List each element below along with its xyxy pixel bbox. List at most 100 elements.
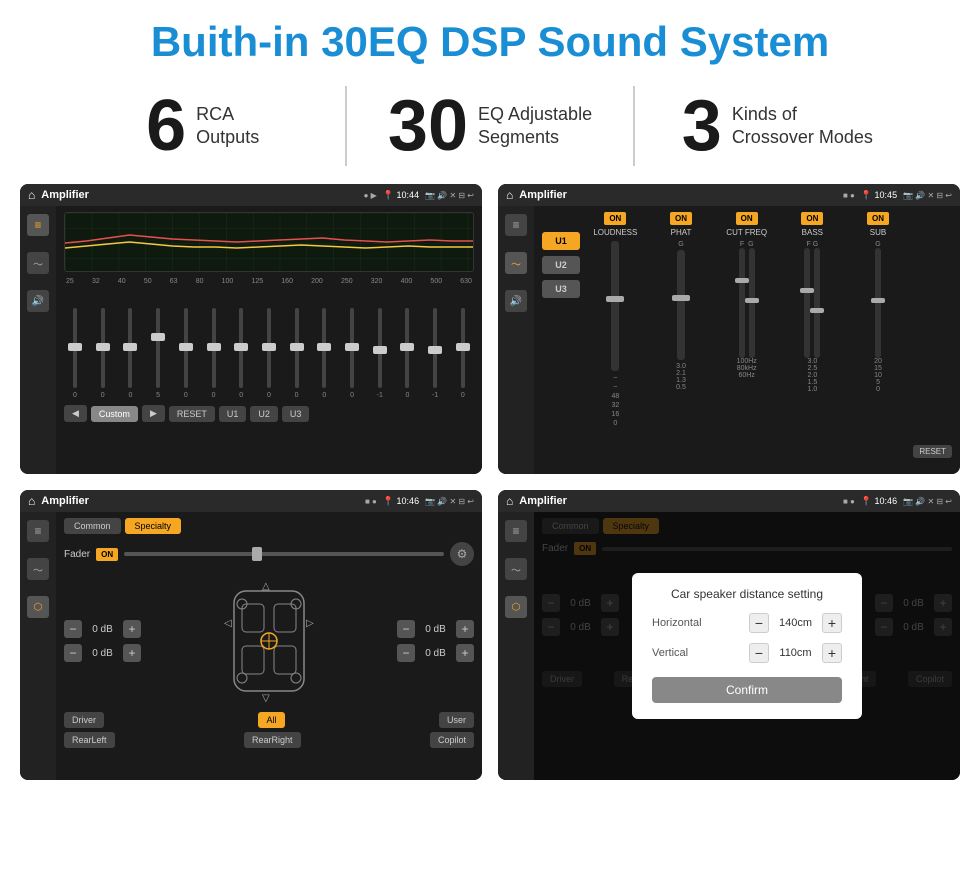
status-bar-1: ⌂ Amplifier ● ▶ 📍 10:44 📷 🔊 ✕ ⊟ ↩ bbox=[20, 184, 482, 206]
status-title-4: Amplifier bbox=[519, 495, 837, 507]
status-icons-4: 📷 🔊 ✕ ⊟ ↩ bbox=[903, 497, 952, 506]
screen-eq: ⌂ Amplifier ● ▶ 📍 10:44 📷 🔊 ✕ ⊟ ↩ ≡ 〜 🔊 bbox=[20, 184, 482, 474]
vol-minus-3[interactable]: − bbox=[397, 620, 415, 638]
eq-icon[interactable]: ≡ bbox=[27, 214, 49, 236]
status-icons-1: 📷 🔊 ✕ ⊟ ↩ bbox=[425, 191, 474, 200]
stat-number-eq: 30 bbox=[388, 90, 468, 162]
home-icon-4[interactable]: ⌂ bbox=[506, 494, 513, 508]
eq-bottom: ◀ Custom ▶ RESET U1 U2 U3 bbox=[64, 405, 474, 422]
speaker-icon-2[interactable]: 🔊 bbox=[505, 290, 527, 312]
status-title-3: Amplifier bbox=[41, 495, 359, 507]
dialog-title: Car speaker distance setting bbox=[652, 587, 842, 601]
speaker-icon-3[interactable]: ⬡ bbox=[27, 596, 49, 618]
eq-reset-btn[interactable]: RESET bbox=[169, 406, 215, 422]
wave-icon-3[interactable]: 〜 bbox=[27, 558, 49, 580]
cutfreq-on[interactable]: ON bbox=[736, 212, 758, 225]
wave-icon-2[interactable]: 〜 bbox=[505, 252, 527, 274]
preset-u2[interactable]: U2 bbox=[542, 256, 580, 274]
stat-crossover: 3 Kinds ofCrossover Modes bbox=[635, 90, 920, 162]
slider-50[interactable]: 5 bbox=[149, 308, 167, 399]
eq-custom-btn[interactable]: Custom bbox=[91, 406, 138, 422]
slider-63[interactable]: 0 bbox=[177, 308, 195, 399]
preset-u3[interactable]: U3 bbox=[542, 280, 580, 298]
home-icon-2[interactable]: ⌂ bbox=[506, 188, 513, 202]
bass-on[interactable]: ON bbox=[801, 212, 823, 225]
home-icon-3[interactable]: ⌂ bbox=[28, 494, 35, 508]
slider-500[interactable]: -1 bbox=[426, 308, 444, 399]
screens-grid: ⌂ Amplifier ● ▶ 📍 10:44 📷 🔊 ✕ ⊟ ↩ ≡ 〜 🔊 bbox=[0, 184, 980, 780]
left-vol-controls: − 0 dB + − 0 dB + bbox=[64, 620, 141, 662]
svg-text:△: △ bbox=[262, 581, 270, 592]
dialog-vertical-row: Vertical − 110cm + bbox=[652, 643, 842, 663]
home-icon[interactable]: ⌂ bbox=[28, 188, 35, 202]
eq-prev-btn[interactable]: ◀ bbox=[64, 405, 87, 422]
vol-minus-1[interactable]: − bbox=[64, 620, 82, 638]
vertical-minus-btn[interactable]: − bbox=[749, 643, 769, 663]
left-controls-1: ≡ 〜 🔊 bbox=[20, 206, 56, 474]
sub-label: SUB bbox=[870, 228, 886, 237]
slider-400[interactable]: 0 bbox=[398, 308, 416, 399]
slider-320[interactable]: -1 bbox=[371, 308, 389, 399]
eq-u1-btn[interactable]: U1 bbox=[219, 406, 247, 422]
dialog-vertical-label: Vertical bbox=[652, 647, 722, 659]
horizontal-plus-btn[interactable]: + bbox=[822, 613, 842, 633]
eq-icon-3[interactable]: ≡ bbox=[27, 520, 49, 542]
slider-100[interactable]: 0 bbox=[232, 308, 250, 399]
eq-sliders: 0 0 0 5 bbox=[64, 289, 474, 399]
slider-160[interactable]: 0 bbox=[288, 308, 306, 399]
slider-125[interactable]: 0 bbox=[260, 308, 278, 399]
wave-icon[interactable]: 〜 bbox=[27, 252, 49, 274]
confirm-button[interactable]: Confirm bbox=[652, 677, 842, 703]
btn-all[interactable]: All bbox=[258, 712, 284, 728]
eq-icon-2[interactable]: ≡ bbox=[505, 214, 527, 236]
vol-plus-3[interactable]: + bbox=[456, 620, 474, 638]
horizontal-minus-btn[interactable]: − bbox=[749, 613, 769, 633]
btn-rearright[interactable]: RearRight bbox=[244, 732, 301, 748]
status-bar-2: ⌂ Amplifier ■ ● 📍 10:45 📷 🔊 ✕ ⊟ ↩ bbox=[498, 184, 960, 206]
fader-on-btn[interactable]: ON bbox=[96, 548, 118, 561]
wave-icon-4[interactable]: 〜 bbox=[505, 558, 527, 580]
screen-crossover-dialog: ⌂ Amplifier ■ ● 📍 10:46 📷 🔊 ✕ ⊟ ↩ ≡ 〜 ⬡ … bbox=[498, 490, 960, 780]
vol-val-1: 0 dB bbox=[85, 624, 120, 635]
vol-minus-4[interactable]: − bbox=[397, 644, 415, 662]
eq-play-btn[interactable]: ▶ bbox=[142, 405, 165, 422]
tab-specialty[interactable]: Specialty bbox=[125, 518, 182, 534]
eq-icon-4[interactable]: ≡ bbox=[505, 520, 527, 542]
channel-cutfreq: ON CUT FREQ F G bbox=[715, 212, 778, 379]
tab-common[interactable]: Common bbox=[64, 518, 121, 534]
slider-630[interactable]: 0 bbox=[454, 308, 472, 399]
channel-phat: ON PHAT G 3.0 2.1 1.3 0.5 bbox=[650, 212, 713, 391]
phat-on[interactable]: ON bbox=[670, 212, 692, 225]
amp2-reset-btn[interactable]: RESET bbox=[913, 445, 952, 458]
fader-label: Fader bbox=[64, 549, 90, 560]
channel-bass: ON BASS F G bbox=[781, 212, 844, 393]
stat-text-rca: RCAOutputs bbox=[196, 103, 259, 150]
eq-u2-btn[interactable]: U2 bbox=[250, 406, 278, 422]
speaker-icon[interactable]: 🔊 bbox=[27, 290, 49, 312]
settings-icon[interactable]: ⚙ bbox=[450, 542, 474, 566]
eq-u3-btn[interactable]: U3 bbox=[282, 406, 310, 422]
freq-labels: 2532405063 80100125160200 25032040050063… bbox=[64, 278, 474, 285]
vertical-plus-btn[interactable]: + bbox=[822, 643, 842, 663]
slider-80[interactable]: 0 bbox=[205, 308, 223, 399]
phat-label: PHAT bbox=[671, 228, 692, 237]
vol-plus-1[interactable]: + bbox=[123, 620, 141, 638]
btn-user[interactable]: User bbox=[439, 712, 474, 728]
slider-250[interactable]: 0 bbox=[343, 308, 361, 399]
btn-rearleft[interactable]: RearLeft bbox=[64, 732, 115, 748]
slider-32[interactable]: 0 bbox=[94, 308, 112, 399]
loudness-on[interactable]: ON bbox=[604, 212, 626, 225]
speaker-icon-4[interactable]: ⬡ bbox=[505, 596, 527, 618]
preset-u1[interactable]: U1 bbox=[542, 232, 580, 250]
slider-200[interactable]: 0 bbox=[315, 308, 333, 399]
vol-plus-2[interactable]: + bbox=[123, 644, 141, 662]
vol-minus-2[interactable]: − bbox=[64, 644, 82, 662]
btn-copilot[interactable]: Copilot bbox=[430, 732, 474, 748]
btn-driver[interactable]: Driver bbox=[64, 712, 104, 728]
slider-25[interactable]: 0 bbox=[66, 308, 84, 399]
sub-on[interactable]: ON bbox=[867, 212, 889, 225]
vol-plus-4[interactable]: + bbox=[456, 644, 474, 662]
slider-40[interactable]: 0 bbox=[121, 308, 139, 399]
left-controls-3: ≡ 〜 ⬡ bbox=[20, 512, 56, 780]
vol-val-4: 0 dB bbox=[418, 648, 453, 659]
